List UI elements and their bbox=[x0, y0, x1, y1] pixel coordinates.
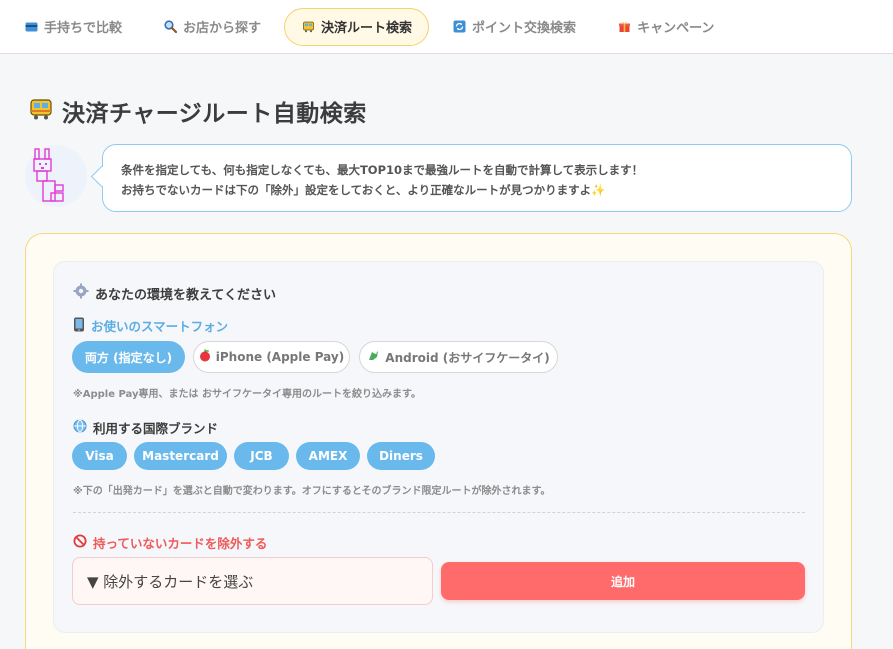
prohibited-icon bbox=[73, 534, 87, 551]
page-title: 決済チャージルート自動検索 bbox=[62, 101, 367, 127]
tab-point-exchange[interactable]: ポイント交換検索 bbox=[434, 8, 594, 46]
smartphone-icon bbox=[73, 317, 85, 335]
tab-search-shop[interactable]: お店から探す bbox=[145, 8, 279, 46]
brand-toggle-amex[interactable]: AMEX bbox=[296, 442, 360, 470]
tab-label: キャンペーン bbox=[637, 21, 715, 36]
page-header: 決済チャージルート自動検索 bbox=[28, 94, 367, 128]
brand-toggle-diners[interactable]: Diners bbox=[367, 442, 435, 470]
exclude-card-select[interactable]: ▼ 除外するカードを選ぶ bbox=[72, 557, 433, 605]
phone-option-android[interactable]: Android (おサイフケータイ) bbox=[359, 341, 558, 373]
brand-label: 利用する国際ブランド bbox=[93, 421, 219, 436]
brand-toggle-visa[interactable]: Visa bbox=[72, 442, 127, 470]
exclude-label: 持っていないカードを除外する bbox=[93, 536, 268, 551]
brand-note: ※下の「出発カード」を選ぶと自動で変わります。オフにするとそのブランド限定ルート… bbox=[73, 486, 551, 497]
tram-icon bbox=[28, 97, 54, 125]
section-divider bbox=[73, 512, 805, 513]
android-icon bbox=[367, 349, 380, 365]
top-nav: 手持ちで比較 お店から探す 決済ルート検索 ポイント交換検索 キャンペーン bbox=[0, 0, 893, 54]
sparkle-icon: ✨ bbox=[591, 183, 606, 197]
rabbit-mascot-icon bbox=[33, 148, 64, 202]
tab-label: お店から探す bbox=[183, 21, 262, 36]
mascot-avatar bbox=[25, 145, 87, 207]
tab-label: 手持ちで比較 bbox=[44, 21, 123, 36]
add-exclude-button[interactable]: 追加 bbox=[441, 562, 805, 600]
phone-option-label: iPhone (Apple Pay) bbox=[215, 350, 345, 364]
brand-toggle-jcb[interactable]: JCB bbox=[234, 442, 289, 470]
add-button-label: 追加 bbox=[610, 574, 635, 589]
gift-icon bbox=[617, 20, 631, 34]
credit-card-icon bbox=[24, 20, 38, 34]
exclude-select-label: ▼ 除外するカードを選ぶ bbox=[87, 572, 254, 591]
phone-label: お使いのスマートフォン bbox=[91, 319, 229, 334]
tab-payment-route[interactable]: 決済ルート検索 bbox=[284, 7, 430, 46]
magnifier-icon bbox=[163, 20, 177, 34]
tab-label: 決済ルート検索 bbox=[321, 21, 413, 36]
gear-icon bbox=[73, 283, 89, 303]
phone-section-label: お使いのスマートフォン bbox=[73, 316, 228, 335]
exclude-section-title: 持っていないカードを除外する bbox=[73, 533, 267, 552]
phone-option-label: Android (おサイフケータイ) bbox=[385, 350, 550, 365]
intro-line-2: お持ちでないカードは下の「除外」設定をしておくと、より正確なルートが見つかります… bbox=[121, 183, 606, 197]
env-section-title: あなたの環境を教えてください bbox=[73, 283, 276, 303]
phone-note: ※Apple Pay専用、または おサイフケータイ専用のルートを絞り込みます。 bbox=[73, 389, 421, 400]
tab-campaign[interactable]: キャンペーン bbox=[599, 8, 732, 46]
tram-icon bbox=[301, 20, 315, 34]
phone-option-label: 両方 (指定なし) bbox=[84, 350, 173, 365]
env-title-label: あなたの環境を教えてください bbox=[95, 287, 276, 303]
brand-section-label: 利用する国際ブランド bbox=[73, 418, 218, 437]
intro-line-1: 条件を指定しても、何も指定しなくても、最大TOP10まで最強ルートを自動で計算し… bbox=[121, 163, 644, 177]
phone-option-both[interactable]: 両方 (指定なし) bbox=[72, 341, 185, 373]
tab-compare-owned[interactable]: 手持ちで比較 bbox=[6, 8, 140, 46]
refresh-icon bbox=[452, 20, 466, 34]
tab-label: ポイント交換検索 bbox=[472, 21, 577, 36]
brand-toggle-mastercard[interactable]: Mastercard bbox=[134, 442, 227, 470]
globe-icon bbox=[73, 419, 87, 436]
intro-bubble: 条件を指定しても、何も指定しなくても、最大TOP10まで最強ルートを自動で計算し… bbox=[102, 144, 852, 212]
phone-option-iphone[interactable]: iPhone (Apple Pay) bbox=[193, 341, 350, 373]
apple-icon bbox=[199, 349, 211, 365]
